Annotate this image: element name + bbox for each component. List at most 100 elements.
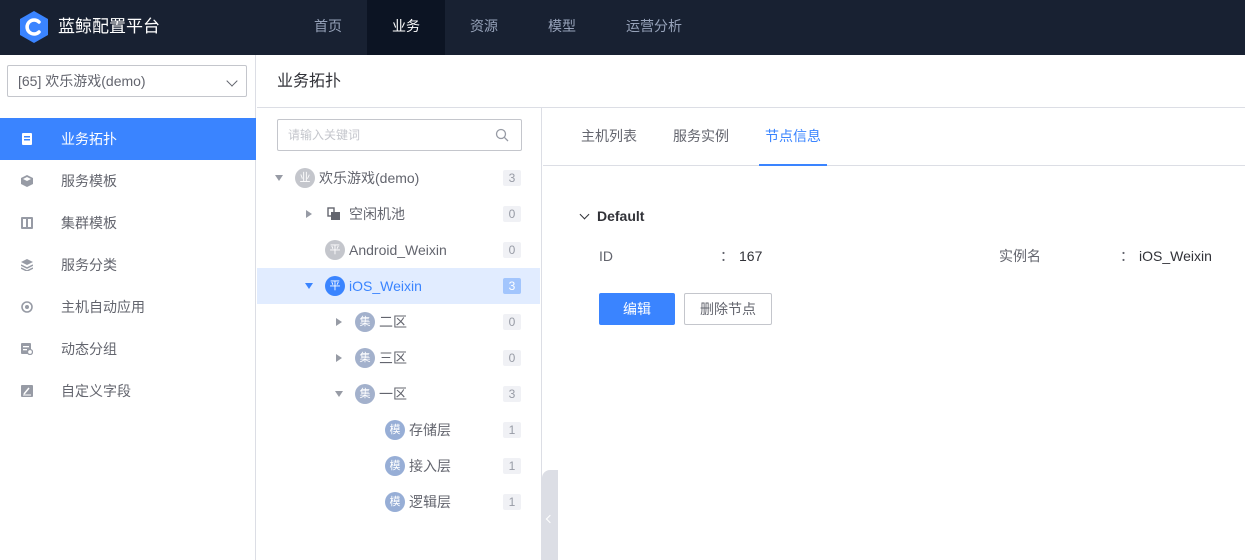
sidebar-item-label: 自定义字段 <box>61 383 131 399</box>
tree-node-cluster[interactable]: 集 一区 3 <box>257 376 540 412</box>
page-header: 业务拓扑 <box>257 55 1245 108</box>
tree-node-label: 三区 <box>379 350 407 366</box>
module-badge-icon: 模 <box>385 420 405 440</box>
tab-host-list[interactable]: 主机列表 <box>581 108 637 166</box>
caret-down-icon[interactable] <box>334 389 344 399</box>
nav-home[interactable]: 首页 <box>296 0 360 55</box>
field-value-instance-name: iOS_Weixin <box>1139 248 1212 264</box>
business-select-value: [65] 欢乐游戏(demo) <box>18 73 146 89</box>
set-badge-icon: 平 <box>325 240 345 260</box>
sidebar: [65] 欢乐游戏(demo) 业务拓扑 服务模板 集群模板 服务分类 主机自动… <box>0 55 256 560</box>
sidebar-item-label: 主机自动应用 <box>61 299 145 315</box>
sidebar-item-custom-field[interactable]: 自定义字段 <box>0 370 256 412</box>
cluster-icon <box>21 217 33 229</box>
app-brand[interactable]: 蓝鲸配置平台 <box>58 15 160 39</box>
sidebar-item-service-template[interactable]: 服务模板 <box>0 160 256 202</box>
tree-node-label: iOS_Weixin <box>349 278 422 294</box>
sidebar-item-label: 动态分组 <box>61 341 117 357</box>
sidebar-item-label: 业务拓扑 <box>61 131 117 147</box>
cluster-badge-icon: 集 <box>355 384 375 404</box>
tree-node-set-selected[interactable]: 平 iOS_Weixin 3 <box>257 268 540 304</box>
group-title[interactable]: Default <box>597 205 644 227</box>
search-placeholder: 请输入关键词 <box>288 128 361 142</box>
host-count-badge: 1 <box>503 458 521 474</box>
cluster-badge-icon: 集 <box>355 312 375 332</box>
tree-node-module[interactable]: 模 存储层 1 <box>257 412 540 448</box>
tree-node-module[interactable]: 模 接入层 1 <box>257 448 540 484</box>
field-separator: ： <box>720 248 734 264</box>
field-value-id: 167 <box>739 248 763 264</box>
field-label-instance-name: 实例名 <box>999 248 1041 264</box>
host-count-badge: 0 <box>503 314 521 330</box>
topology-icon <box>22 133 32 145</box>
tree-node-set[interactable]: 平 Android_Weixin 0 <box>257 232 540 268</box>
dynamic-group-icon <box>21 343 33 355</box>
caret-right-icon[interactable] <box>304 209 314 219</box>
panel-collapse-handle[interactable] <box>542 470 558 560</box>
nav-business[interactable]: 业务 <box>367 0 445 55</box>
caret-right-icon[interactable] <box>334 353 344 363</box>
edit-button[interactable]: 编辑 <box>599 293 675 325</box>
search-icon[interactable] <box>495 128 509 142</box>
chevron-down-icon <box>226 75 238 87</box>
chevron-left-icon <box>545 514 555 524</box>
tree-node-module[interactable]: 模 逻辑层 1 <box>257 484 540 520</box>
tree-node-label: 欢乐游戏(demo) <box>319 170 420 186</box>
field-label-id: ID <box>599 248 613 264</box>
custom-field-icon <box>21 385 33 397</box>
sidebar-item-cluster-template[interactable]: 集群模板 <box>0 202 256 244</box>
sidebar-item-label: 服务模板 <box>61 173 117 189</box>
tree-node-label: 二区 <box>379 314 407 330</box>
set-badge-icon: 平 <box>325 276 345 296</box>
nav-resource[interactable]: 资源 <box>452 0 516 55</box>
tree-node-label: 接入层 <box>409 458 451 474</box>
host-count-badge: 1 <box>503 494 521 510</box>
nav-analysis[interactable]: 运营分析 <box>612 0 696 55</box>
sidebar-item-label: 服务分类 <box>61 257 117 273</box>
auto-apply-icon <box>21 301 33 313</box>
idle-pool-icon <box>327 207 340 220</box>
tree-node-business[interactable]: 业 欢乐游戏(demo) 3 <box>257 160 540 196</box>
nav-model[interactable]: 模型 <box>530 0 594 55</box>
caret-down-icon[interactable] <box>274 173 284 183</box>
top-navbar: 蓝鲸配置平台 首页 业务 资源 模型 运营分析 <box>0 0 1245 55</box>
tab-service-instance[interactable]: 服务实例 <box>673 108 729 166</box>
cmdb-logo-icon[interactable] <box>18 10 50 44</box>
tab-node-info[interactable]: 节点信息 <box>759 108 827 166</box>
sidebar-item-service-category[interactable]: 服务分类 <box>0 244 256 286</box>
field-separator: ： <box>1120 248 1134 264</box>
sidebar-item-dynamic-group[interactable]: 动态分组 <box>0 328 256 370</box>
detail-tabs: 主机列表 服务实例 节点信息 <box>543 108 1245 166</box>
tree-node-label: Android_Weixin <box>349 242 447 258</box>
tree-node-label: 存储层 <box>409 422 451 438</box>
caret-down-icon[interactable] <box>304 281 314 291</box>
sidebar-item-topology[interactable]: 业务拓扑 <box>0 118 256 160</box>
chevron-down-icon[interactable] <box>579 209 590 220</box>
page-title: 业务拓扑 <box>277 73 342 90</box>
business-badge-icon: 业 <box>295 168 315 188</box>
host-count-badge: 3 <box>503 386 521 402</box>
host-count-badge: 3 <box>503 278 521 294</box>
topology-tree-panel: 请输入关键词 业 欢乐游戏(demo) 3 空闲机池 0 平 Android_W… <box>257 108 542 560</box>
host-count-badge: 3 <box>503 170 521 186</box>
tree-node-label: 空闲机池 <box>349 206 405 222</box>
host-count-badge: 0 <box>503 206 521 222</box>
host-count-badge: 0 <box>503 350 521 366</box>
module-badge-icon: 模 <box>385 456 405 476</box>
tree-search-input[interactable]: 请输入关键词 <box>277 119 522 151</box>
tree-node-cluster[interactable]: 集 三区 0 <box>257 340 540 376</box>
sidebar-item-host-auto-apply[interactable]: 主机自动应用 <box>0 286 256 328</box>
business-select[interactable]: [65] 欢乐游戏(demo) <box>7 65 247 97</box>
tree-node-label: 一区 <box>379 386 407 402</box>
host-count-badge: 1 <box>503 422 521 438</box>
host-count-badge: 0 <box>503 242 521 258</box>
caret-right-icon[interactable] <box>334 317 344 327</box>
cluster-badge-icon: 集 <box>355 348 375 368</box>
tree-node-label: 逻辑层 <box>409 494 451 510</box>
cube-icon <box>21 175 33 187</box>
layers-icon <box>21 259 33 271</box>
delete-node-button[interactable]: 删除节点 <box>684 293 772 325</box>
tree-node-cluster[interactable]: 集 二区 0 <box>257 304 540 340</box>
sidebar-item-label: 集群模板 <box>61 215 117 231</box>
tree-node-idle-pool[interactable]: 空闲机池 0 <box>257 196 540 232</box>
